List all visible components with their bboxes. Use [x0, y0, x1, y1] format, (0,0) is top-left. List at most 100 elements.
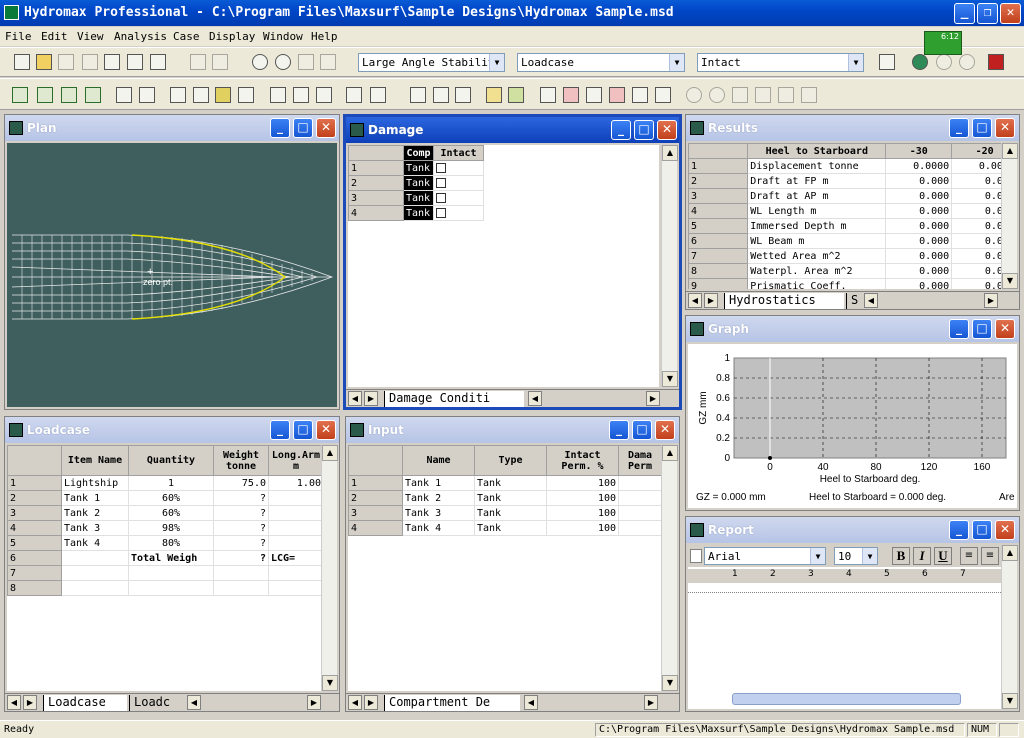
heel-icon[interactable]	[455, 87, 471, 103]
loadcase-select[interactable]: Loadcase ▼	[517, 53, 685, 72]
minimize-button[interactable]: _	[270, 118, 290, 138]
circle-empty-icon[interactable]	[709, 87, 725, 103]
restore-button[interactable]: ❐	[977, 3, 998, 24]
cross-box-icon[interactable]	[609, 87, 625, 103]
vertical-scrollbar[interactable]: ▲ ▼	[661, 145, 678, 387]
tab-next-icon[interactable]: ▶	[364, 391, 378, 406]
close-button[interactable]: ✕	[995, 520, 1015, 540]
condition-select[interactable]: Intact ▼	[697, 53, 864, 72]
scroll-down-icon[interactable]: ▼	[662, 675, 678, 691]
tab-hydrostatics[interactable]: Hydrostatics	[724, 293, 844, 309]
close-button[interactable]: ✕	[657, 120, 677, 140]
grid-icon[interactable]	[190, 54, 206, 70]
body-plan-icon[interactable]	[85, 87, 101, 103]
vertical-scrollbar[interactable]: ▲ ▼	[321, 445, 338, 691]
minimize-button[interactable]: _	[270, 420, 290, 440]
paste-icon[interactable]	[127, 54, 143, 70]
intact-checkbox[interactable]	[436, 162, 446, 173]
copy-icon[interactable]	[104, 54, 120, 70]
hscroll-right-icon[interactable]: ▶	[984, 293, 998, 308]
tab-prev-icon[interactable]: ◀	[348, 695, 362, 710]
start-analysis-icon[interactable]	[912, 54, 928, 70]
maximize-button[interactable]: □	[972, 319, 992, 339]
tab-s[interactable]: S	[846, 293, 860, 309]
menu-view[interactable]: View	[77, 30, 104, 43]
scroll-up-icon[interactable]: ▲	[662, 445, 678, 461]
filter-icon[interactable]	[801, 87, 817, 103]
arrow-left-icon[interactable]	[732, 87, 748, 103]
stack-icon[interactable]	[655, 87, 671, 103]
align-center-icon[interactable]: ≡	[981, 547, 999, 565]
tab-next-icon[interactable]: ▶	[364, 695, 378, 710]
tab-loadcase[interactable]: Loadcase	[43, 695, 127, 711]
scroll-up-icon[interactable]: ▲	[662, 145, 678, 161]
waterline-icon[interactable]	[433, 87, 449, 103]
abc-icon[interactable]	[632, 87, 648, 103]
stop-icon[interactable]	[959, 54, 975, 70]
menu-help[interactable]: Help	[311, 30, 338, 43]
zoom-in-icon[interactable]	[252, 54, 268, 70]
hscroll-right-icon[interactable]: ▶	[646, 391, 660, 406]
circle-filled-icon[interactable]	[686, 87, 702, 103]
style-box[interactable]	[690, 549, 702, 563]
scroll-up-icon[interactable]: ▲	[1002, 545, 1018, 561]
exit-icon[interactable]	[988, 54, 1004, 70]
scroll-down-icon[interactable]: ▼	[322, 675, 338, 691]
scroll-down-icon[interactable]: ▼	[1002, 273, 1018, 289]
section-view-icon[interactable]	[37, 87, 53, 103]
scroll-down-icon[interactable]: ▼	[1002, 693, 1018, 709]
col-comp[interactable]: Comp	[403, 145, 434, 161]
pause-icon[interactable]	[936, 54, 952, 70]
tab-prev-icon[interactable]: ◀	[7, 695, 21, 710]
weight-icon[interactable]	[486, 87, 502, 103]
minimize-button[interactable]: _	[949, 520, 969, 540]
add-room-icon[interactable]	[193, 87, 209, 103]
close-button[interactable]: ✕	[316, 420, 336, 440]
hscroll-left-icon[interactable]: ◀	[864, 293, 878, 308]
open-folder-icon[interactable]	[36, 54, 52, 70]
print-icon[interactable]	[150, 54, 166, 70]
minimize-button[interactable]: _	[611, 120, 631, 140]
hull-shape-icon[interactable]	[410, 87, 426, 103]
document-icon[interactable]	[370, 87, 386, 103]
horizontal-scrollbar-thumb[interactable]	[732, 693, 961, 705]
image-icon[interactable]	[316, 87, 332, 103]
vertical-scrollbar[interactable]: ▲ ▼	[1001, 545, 1018, 709]
tab-damage-conditions[interactable]: Damage Conditi	[384, 391, 524, 407]
menu-file[interactable]: File	[5, 30, 32, 43]
home-view-icon[interactable]	[320, 54, 336, 70]
pan-icon[interactable]	[298, 54, 314, 70]
tab-prev-icon[interactable]: ◀	[688, 293, 702, 308]
minimize-button[interactable]: _	[949, 319, 969, 339]
tab-next-icon[interactable]: ▶	[704, 293, 718, 308]
scroll-up-icon[interactable]: ▲	[322, 445, 338, 461]
delete-compartment-icon[interactable]	[139, 87, 155, 103]
tank-fill-icon[interactable]	[508, 87, 524, 103]
tab-loadcase-2[interactable]: Loadc	[129, 695, 185, 711]
cut-icon[interactable]	[82, 54, 98, 70]
underline-button[interactable]: U	[934, 547, 952, 565]
hscroll-left-icon[interactable]: ◀	[187, 695, 201, 710]
hscroll-left-icon[interactable]: ◀	[528, 391, 542, 406]
graph-line-icon[interactable]	[346, 87, 362, 103]
maximize-button[interactable]: □	[632, 420, 652, 440]
empty-box-icon[interactable]	[586, 87, 602, 103]
tab-prev-icon[interactable]: ◀	[348, 391, 362, 406]
close-button[interactable]: ✕	[655, 420, 675, 440]
font-size-select[interactable]: 10 ▼	[834, 547, 878, 565]
menu-case[interactable]: Case	[173, 30, 200, 43]
hscroll-right-icon[interactable]: ▶	[644, 695, 658, 710]
maximize-button[interactable]: □	[293, 420, 313, 440]
vertical-scrollbar[interactable]: ▲ ▼	[1001, 143, 1018, 289]
font-select[interactable]: Arial ▼	[704, 547, 826, 565]
save-icon[interactable]	[58, 54, 74, 70]
menu-display[interactable]: Display	[209, 30, 255, 43]
italic-button[interactable]: I	[913, 547, 931, 565]
close-button[interactable]: ✕	[316, 118, 336, 138]
split-window-icon[interactable]	[293, 87, 309, 103]
maximize-button[interactable]: □	[634, 120, 654, 140]
grid-alt-icon[interactable]	[212, 54, 228, 70]
plan-view[interactable]: + zero pt.	[7, 143, 337, 407]
maximize-button[interactable]: □	[293, 118, 313, 138]
vertical-scrollbar[interactable]: ▲ ▼	[661, 445, 678, 691]
